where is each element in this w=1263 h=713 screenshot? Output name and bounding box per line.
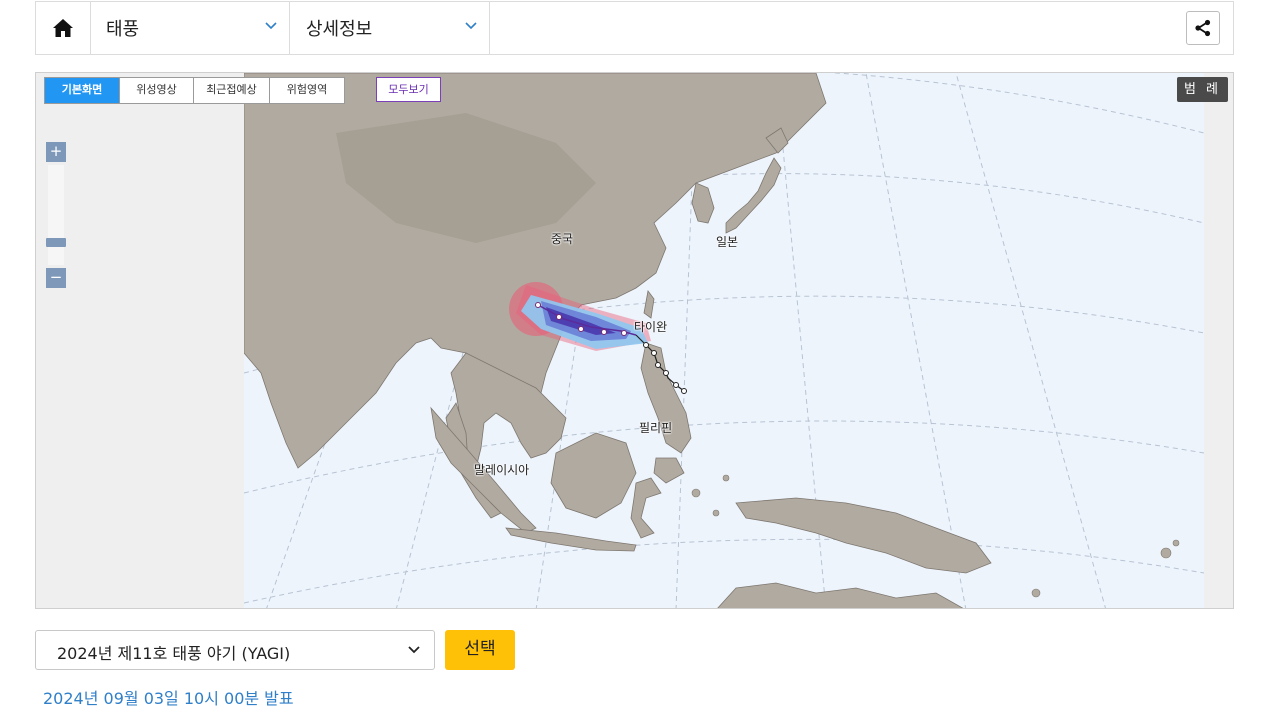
zoom-out-button[interactable]: − [46, 268, 66, 288]
tab-closest-approach[interactable]: 최근접예상 [194, 78, 270, 103]
share-button[interactable] [1186, 11, 1220, 45]
place-label-philippines: 필리핀 [639, 421, 673, 435]
map-mode-tabs: 기본화면 위성영상 최근접예상 위험영역 [44, 77, 345, 104]
chevron-down-icon [408, 646, 420, 654]
subcategory-select-label: 상세정보 [306, 19, 373, 40]
zoom-slider-handle[interactable] [46, 238, 66, 247]
subcategory-select[interactable]: 상세정보 [290, 2, 490, 54]
zoom-slider-track[interactable] [48, 165, 64, 265]
tab-danger-area[interactable]: 위험영역 [270, 78, 344, 103]
typhoon-select-value: 2024년 제11호 태풍 야기 (YAGI) [57, 644, 291, 663]
place-label-china: 중국 [551, 232, 574, 246]
select-button[interactable]: 선택 [445, 630, 515, 670]
typhoon-select[interactable]: 2024년 제11호 태풍 야기 (YAGI) [35, 630, 435, 670]
chevron-down-icon [265, 22, 277, 30]
home-button[interactable] [36, 2, 91, 54]
place-label-taiwan: 타이완 [634, 320, 668, 334]
view-all-button[interactable]: 모두보기 [376, 77, 441, 102]
typhoon-map[interactable]: 기본화면 위성영상 최근접예상 위험영역 모두보기 범 례 + − 중국 일본 … [35, 72, 1234, 609]
announcement-time: 2024년 09월 03일 10시 00분 발표 [43, 689, 294, 708]
place-label-japan: 일본 [716, 235, 739, 249]
share-icon [1195, 19, 1211, 37]
legend-button[interactable]: 범 례 [1177, 77, 1228, 102]
zoom-in-button[interactable]: + [46, 142, 66, 162]
category-select-label: 태풍 [106, 19, 140, 40]
tab-basic-view[interactable]: 기본화면 [45, 78, 120, 103]
chevron-down-icon [465, 22, 477, 30]
home-icon [53, 19, 73, 37]
map-canvas[interactable] [36, 73, 1234, 609]
top-navigation: 태풍 상세정보 [35, 1, 1234, 55]
category-select[interactable]: 태풍 [90, 2, 290, 54]
tab-satellite[interactable]: 위성영상 [120, 78, 194, 103]
place-label-malaysia: 말레이시아 [474, 463, 530, 477]
